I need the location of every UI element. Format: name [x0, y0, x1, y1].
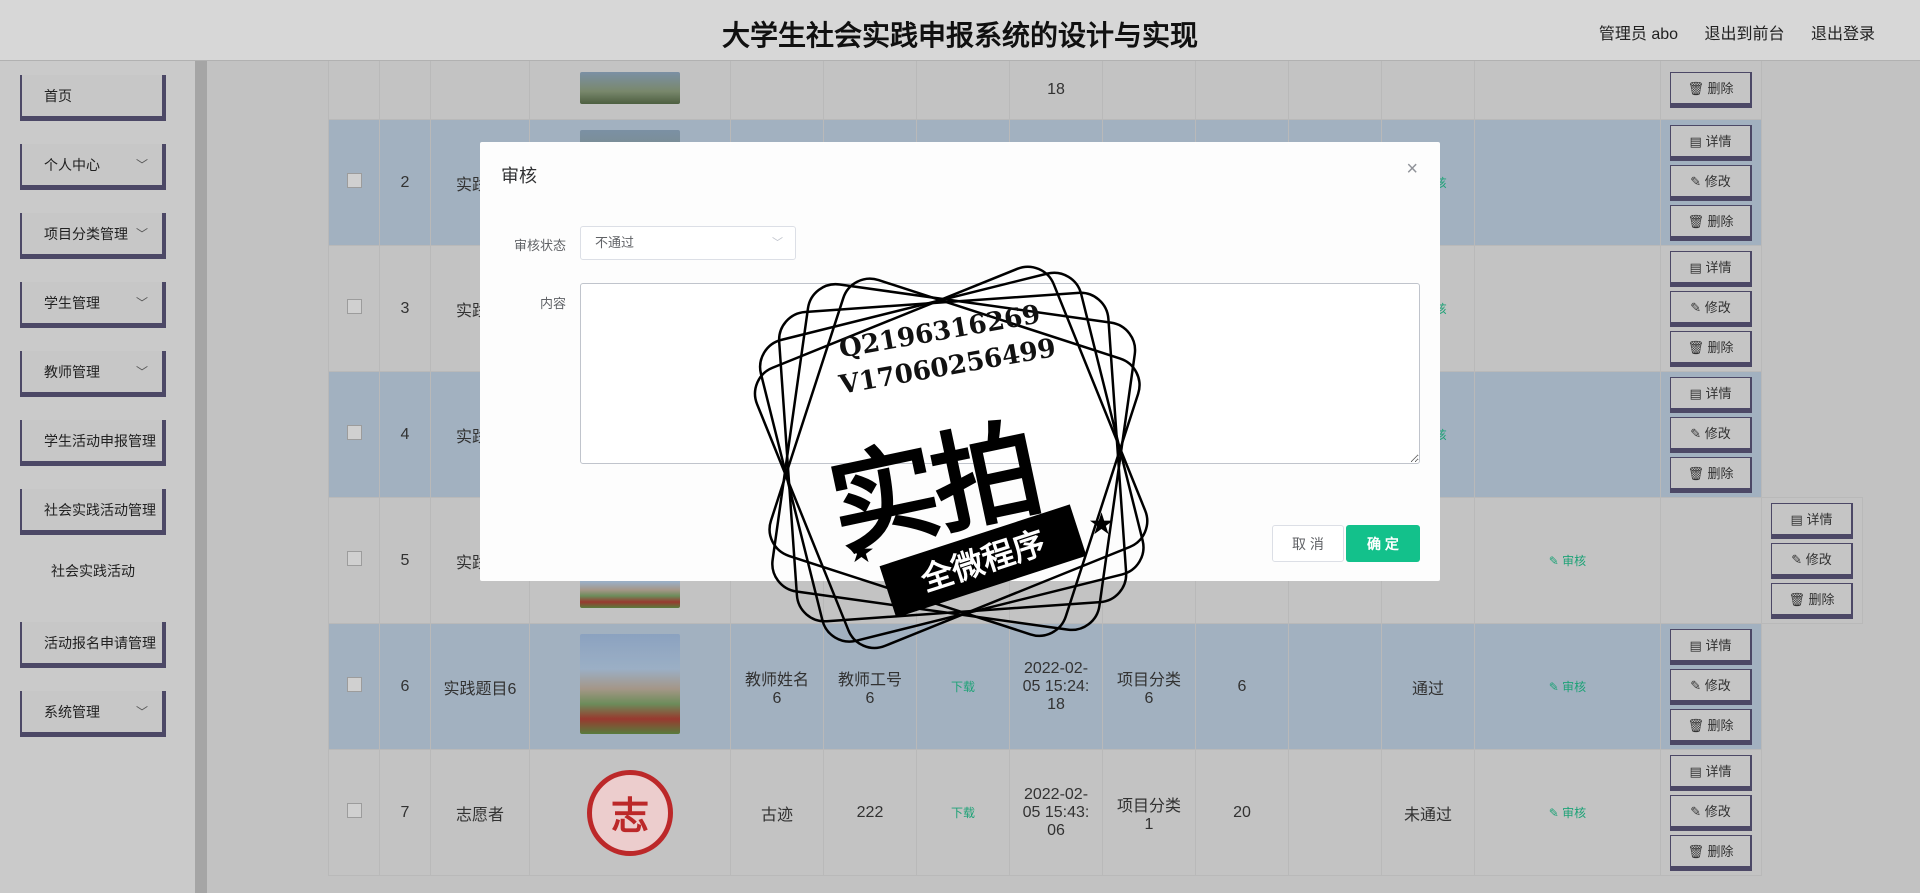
status-select-value: 不通过: [595, 235, 635, 250]
confirm-button[interactable]: 确 定: [1346, 525, 1420, 562]
cancel-button[interactable]: 取 消: [1272, 525, 1344, 562]
status-label: 审核状态: [513, 238, 566, 253]
chevron-down-icon: ﹀: [772, 237, 783, 249]
audit-dialog: 审核 × 审核状态 不通过 ﹀ 内容 取 消 确 定: [480, 142, 1440, 581]
content-textarea[interactable]: [580, 283, 1420, 464]
close-icon[interactable]: ×: [1406, 158, 1418, 181]
dialog-title: 审核: [501, 166, 537, 186]
content-label: 内容: [539, 296, 566, 311]
status-select[interactable]: 不通过 ﹀: [580, 226, 796, 260]
